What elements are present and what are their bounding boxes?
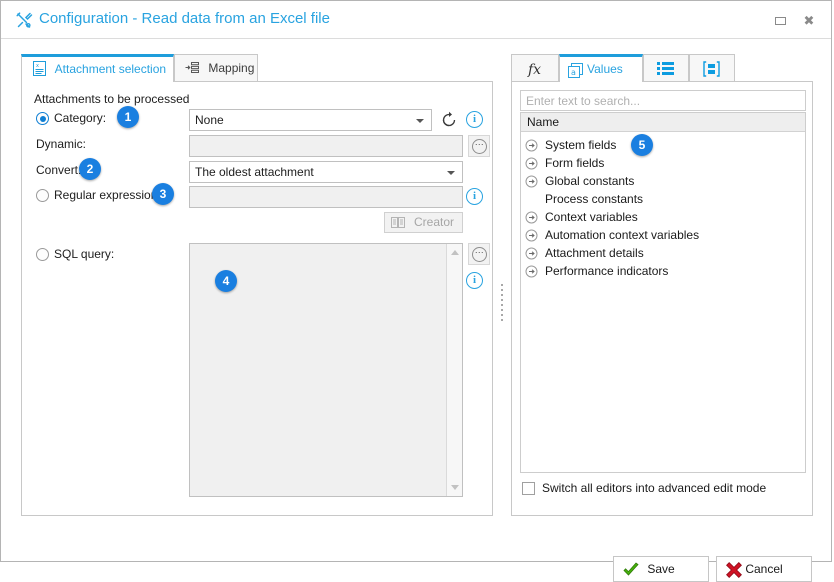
creator-button[interactable]: Creator: [384, 212, 463, 233]
tab-list[interactable]: [643, 54, 689, 82]
dynamic-input[interactable]: [189, 135, 463, 157]
tab-boxed-list[interactable]: [689, 54, 735, 82]
tree-item-label: Global constants: [545, 174, 635, 188]
close-button[interactable]: ✖: [801, 13, 817, 29]
right-panel: fx a Values Enter text to search... Name…: [511, 54, 813, 516]
radio-regular-expression[interactable]: [36, 189, 49, 202]
tree-item-label: Performance indicators: [545, 264, 669, 278]
expand-arrow-icon[interactable]: [525, 157, 538, 170]
convert-label: Convert:: [36, 163, 82, 177]
badge-2: 2: [79, 158, 101, 180]
title-bar: Configuration - Read data from an Excel …: [1, 1, 831, 39]
category-label: Category:: [54, 111, 107, 125]
panel-splitter[interactable]: [500, 284, 505, 324]
convert-value: The oldest attachment: [195, 165, 314, 179]
chevron-down-icon: [416, 119, 424, 123]
category-combobox[interactable]: None: [189, 109, 432, 131]
badge-3: 3: [152, 183, 174, 205]
attachments-group-label: Attachments to be processed: [34, 92, 190, 106]
sql-label: SQL query:: [54, 247, 115, 261]
boxed-list-icon: [703, 61, 720, 80]
tree-item-label: Process constants: [545, 192, 644, 206]
regex-info-icon[interactable]: i: [466, 188, 483, 205]
maximize-icon: [775, 17, 786, 25]
tab-attachment-selection-label: Attachment selection: [54, 62, 167, 76]
mapping-icon: [185, 58, 200, 74]
chevron-down-icon: [447, 171, 455, 175]
sql-ellipsis-button[interactable]: ⋯: [468, 243, 490, 265]
save-button-label: Save: [647, 562, 675, 576]
regex-label: Regular expression:: [54, 188, 161, 202]
radio-sql-query[interactable]: [36, 248, 49, 261]
tools-icon: [15, 11, 33, 29]
ellipsis-icon: ⋯: [472, 247, 487, 262]
expand-arrow-icon[interactable]: [525, 247, 538, 260]
tab-mapping-label: Mapping: [208, 61, 255, 75]
window-title: Configuration - Read data from an Excel …: [39, 10, 330, 27]
expand-arrow-icon[interactable]: [525, 139, 538, 152]
left-tabstrip: x Attachment selection Mapping: [21, 54, 493, 82]
ellipsis-icon: ⋯: [472, 139, 487, 154]
tab-attachment-selection[interactable]: x Attachment selection: [21, 54, 174, 82]
creator-button-label: Creator: [413, 215, 454, 229]
grid-column-header-name: Name: [521, 113, 805, 132]
attachment-selection-pane: Attachments to be processed Category: 1 …: [21, 81, 493, 516]
tree-item-label: Automation context variables: [545, 228, 700, 242]
convert-combobox[interactable]: The oldest attachment: [189, 161, 463, 183]
expand-arrow-icon[interactable]: [525, 175, 538, 188]
svg-text:a: a: [571, 68, 576, 77]
regex-input[interactable]: [189, 186, 463, 208]
close-icon: ✖: [803, 13, 815, 28]
radio-category[interactable]: [36, 112, 49, 125]
cancel-button[interactable]: Cancel: [716, 556, 812, 582]
window-body: x Attachment selection Mapping Attachmen…: [1, 39, 831, 582]
category-value: None: [195, 113, 224, 127]
cancel-button-label: Cancel: [745, 562, 783, 576]
values-grid: Name System fields Form fields Global co…: [520, 112, 806, 473]
tree-item-label: System fields: [545, 138, 617, 152]
expand-arrow-icon[interactable]: [525, 211, 538, 224]
tab-functions[interactable]: fx: [511, 54, 559, 82]
tab-values[interactable]: a Values: [559, 54, 643, 82]
list-icon: [657, 61, 674, 80]
sql-scrollbar[interactable]: [446, 244, 462, 496]
svg-text:fx: fx: [527, 62, 541, 78]
maximize-button[interactable]: [773, 13, 789, 29]
right-tabstrip: fx a Values: [511, 54, 813, 82]
creator-book-icon: [391, 216, 405, 229]
values-pane: Name System fields Form fields: [511, 81, 813, 516]
svg-text:x: x: [36, 63, 39, 69]
badge-4: 4: [215, 270, 237, 292]
tree-item-label: Attachment details: [545, 246, 644, 260]
sql-query-textarea[interactable]: 4: [189, 243, 463, 497]
dynamic-ellipsis-button[interactable]: ⋯: [468, 135, 490, 157]
badge-5: 5: [631, 134, 653, 156]
advanced-edit-mode-checkbox[interactable]: [522, 482, 535, 495]
tab-values-label: Values: [587, 62, 623, 76]
tab-mapping[interactable]: Mapping: [174, 54, 258, 82]
scroll-up-icon[interactable]: [451, 250, 459, 255]
dynamic-label: Dynamic:: [36, 137, 87, 151]
category-info-icon[interactable]: i: [466, 111, 483, 128]
tree-item-label: Context variables: [545, 210, 638, 224]
advanced-edit-mode-label: Switch all editors into advanced edit mo…: [542, 481, 767, 495]
badge-1: 1: [117, 106, 139, 128]
search-input[interactable]: [520, 90, 806, 111]
refresh-icon[interactable]: [440, 111, 458, 129]
tree-item-label: Form fields: [545, 156, 605, 170]
scroll-down-icon[interactable]: [451, 485, 459, 490]
configuration-window: Configuration - Read data from an Excel …: [0, 0, 832, 582]
values-a-icon: a: [568, 63, 584, 82]
excel-sheet-icon: x: [32, 60, 47, 76]
save-button[interactable]: Save: [613, 556, 709, 582]
sql-info-icon[interactable]: i: [466, 272, 483, 289]
left-panel: x Attachment selection Mapping Attachmen…: [21, 54, 493, 516]
expand-arrow-icon[interactable]: [525, 229, 538, 242]
expand-arrow-icon[interactable]: [525, 265, 538, 278]
